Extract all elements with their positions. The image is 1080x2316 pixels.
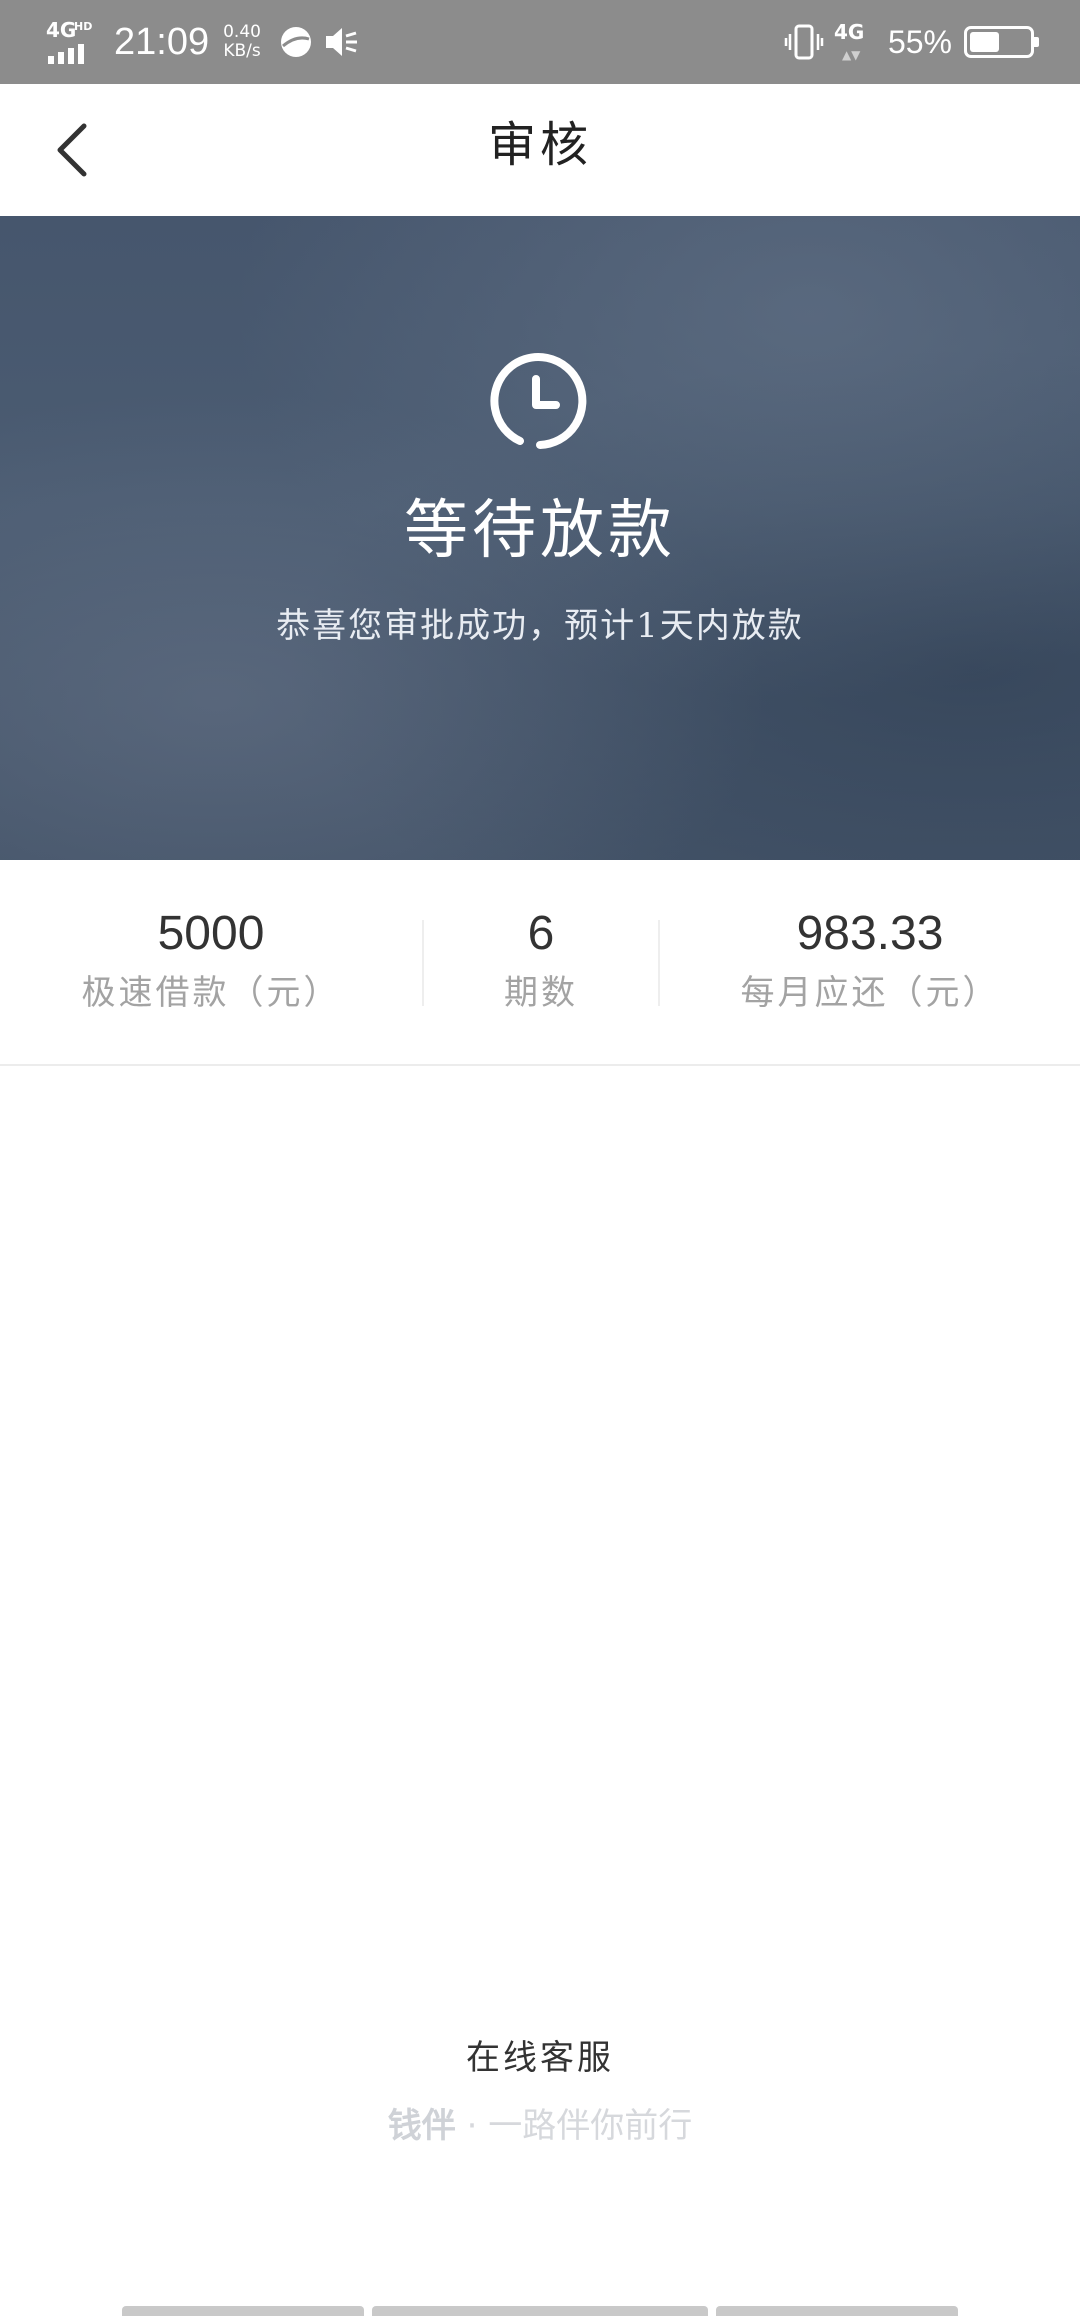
status-bar-left: 4G HD 21:09 0.40 KB/s xyxy=(46,0,369,84)
network-type: 4G xyxy=(46,18,77,42)
nav-hint-right[interactable] xyxy=(716,2306,958,2316)
cellular-signal-icon: 4G HD xyxy=(46,20,100,64)
data-arrows-icon: ▲▼ xyxy=(841,48,861,62)
brand-slogan: 钱伴 · 一路伴你前行 xyxy=(0,2098,1080,2147)
stat-value: 6 xyxy=(527,907,555,960)
online-service-link[interactable]: 在线客服 xyxy=(0,2030,1080,2079)
mobile-data-icon: 4G ▲▼ xyxy=(834,20,868,64)
loan-summary: 5000 极速借款（元） 6 期数 983.33 每月应还（元） xyxy=(0,860,1080,1066)
status-banner: 等待放款 恭喜您审批成功，预计1天内放款 xyxy=(0,216,1080,860)
banner-subtitle: 恭喜您审批成功，预计1天内放款 xyxy=(276,606,804,646)
stat-value: 983.33 xyxy=(796,907,944,960)
app-header: 审核 xyxy=(0,84,1080,216)
browser-app-icon xyxy=(279,25,313,59)
brand-name: 钱伴 xyxy=(387,2106,456,2146)
stat-label: 期数 xyxy=(504,973,578,1013)
network-speed: 0.40 KB/s xyxy=(223,23,261,61)
status-time: 21:09 xyxy=(114,21,210,63)
clock-icon xyxy=(490,353,587,449)
nav-hint-left[interactable] xyxy=(122,2306,364,2316)
nav-hint-center[interactable] xyxy=(372,2306,708,2316)
stat-label: 每月应还（元） xyxy=(740,973,1000,1013)
stat-loan-amount: 5000 极速借款（元） xyxy=(0,860,422,1066)
network-speed-unit: KB/s xyxy=(223,41,261,61)
status-bar: 4G HD 21:09 0.40 KB/s 4G ▲▼ 55% xyxy=(0,0,1080,84)
stat-value: 5000 xyxy=(157,907,265,960)
stat-label: 极速借款（元） xyxy=(81,973,341,1013)
page-title: 审核 xyxy=(487,117,592,173)
battery-percent: 55% xyxy=(887,23,952,60)
mobile-data-label: 4G xyxy=(833,20,865,44)
status-bar-right: 4G ▲▼ 55% xyxy=(784,0,1039,84)
banner-title: 等待放款 xyxy=(404,494,676,568)
network-speed-value: 0.40 xyxy=(223,22,261,42)
battery-icon xyxy=(964,26,1039,58)
slogan-text: · 一路伴你前行 xyxy=(455,2106,693,2146)
vibrate-icon xyxy=(784,22,824,62)
speaker-muted-icon xyxy=(323,25,359,59)
stat-monthly-payment: 983.33 每月应还（元） xyxy=(660,860,1080,1066)
network-hd: HD xyxy=(74,20,93,33)
battery-fill xyxy=(970,32,1000,52)
stat-periods: 6 期数 xyxy=(424,860,658,1066)
